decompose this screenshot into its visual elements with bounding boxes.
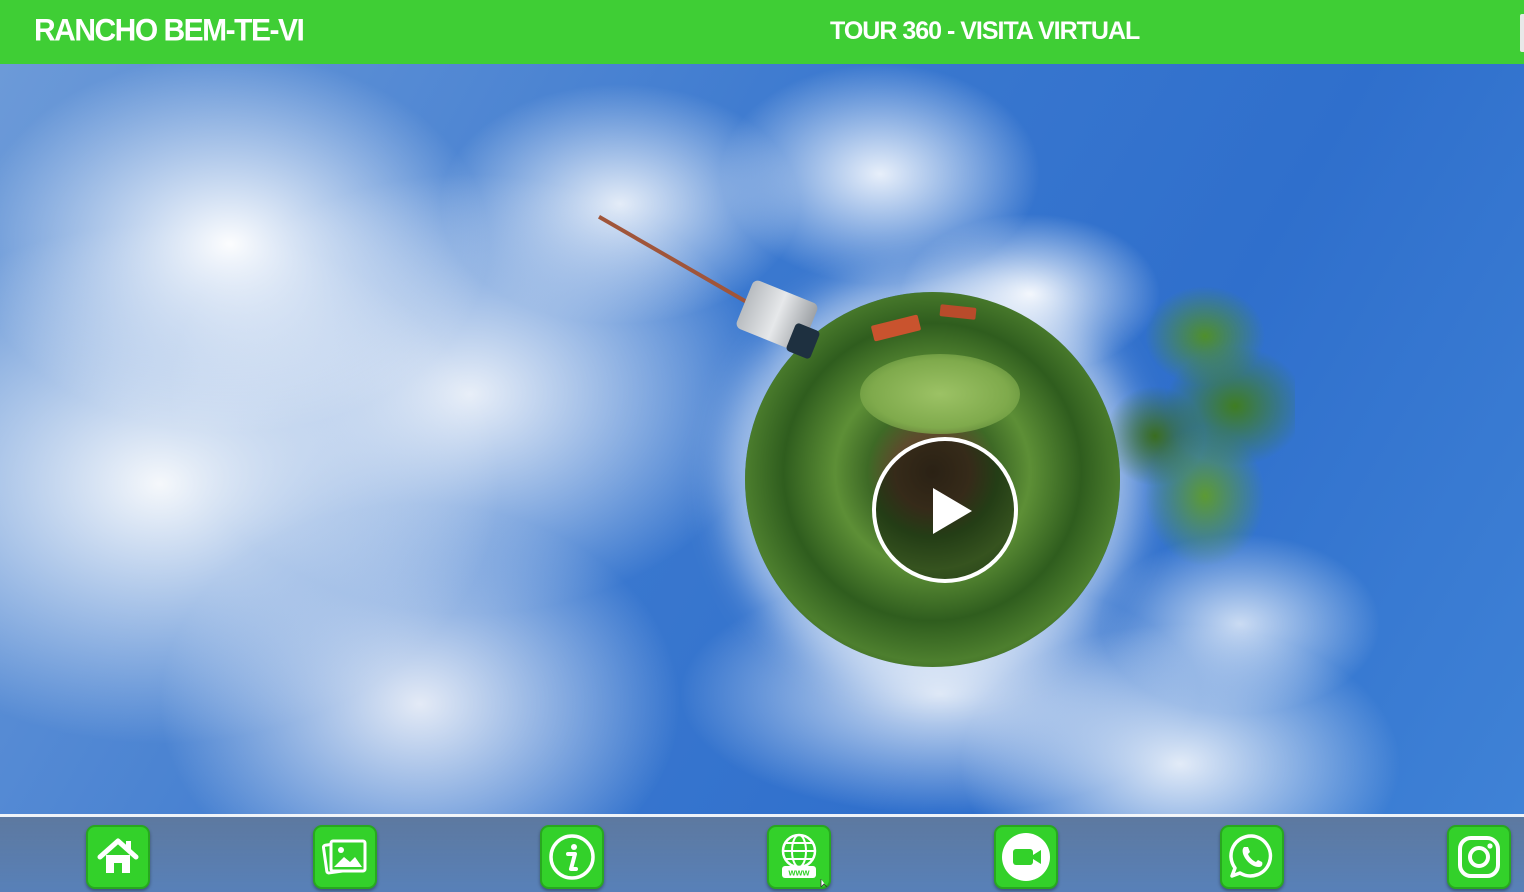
instagram-icon: [1458, 836, 1500, 878]
play-button[interactable]: [872, 437, 1018, 583]
gallery-button[interactable]: [313, 825, 377, 889]
play-icon: [933, 488, 972, 534]
antenna-pole: [598, 215, 748, 304]
brand-title: RANCHO BEM-TE-VI: [34, 13, 305, 48]
home-button[interactable]: [86, 825, 150, 889]
home-icon: [97, 838, 139, 873]
page-title: TOUR 360 - VISITA VIRTUAL: [830, 17, 1140, 45]
panorama-viewer[interactable]: [0, 64, 1524, 816]
video-camera-icon: [1002, 833, 1050, 881]
website-button[interactable]: www: [767, 825, 831, 889]
header-bar: RANCHO BEM-TE-VI TOUR 360 - VISITA VIRTU…: [0, 0, 1524, 64]
bottom-toolbar: www: [0, 814, 1524, 892]
globe-www-icon: www: [781, 833, 828, 887]
lawn-area: [860, 354, 1020, 434]
tree-foliage: [1085, 286, 1295, 586]
whatsapp-icon: [1229, 834, 1273, 878]
video-button[interactable]: [994, 825, 1058, 889]
info-button[interactable]: [540, 825, 604, 889]
whatsapp-button[interactable]: [1220, 825, 1284, 889]
photo-gallery-icon: [321, 839, 367, 875]
info-icon: [549, 834, 595, 880]
side-panel-handle[interactable]: [1520, 14, 1524, 52]
www-label: www: [787, 868, 810, 878]
instagram-button[interactable]: [1447, 825, 1511, 889]
